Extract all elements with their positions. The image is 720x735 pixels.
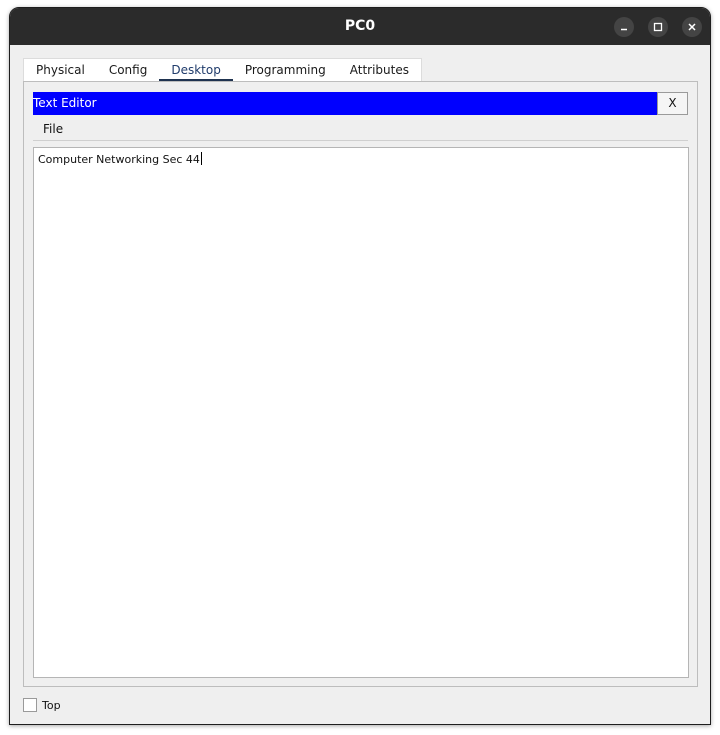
maximize-button[interactable] (648, 17, 668, 37)
maximize-icon (653, 22, 663, 32)
tab-desktop[interactable]: Desktop (159, 59, 233, 83)
top-checkbox[interactable] (23, 698, 37, 712)
desktop-panel: Text Editor X File Computer Networking S… (23, 81, 698, 687)
close-window-button[interactable] (682, 17, 702, 37)
tab-bar: Physical Config Desktop Programming Attr… (23, 58, 422, 83)
close-icon (688, 23, 696, 31)
tab-physical[interactable]: Physical (24, 59, 97, 82)
top-checkbox-label: Top (42, 698, 61, 712)
minimize-button[interactable] (614, 17, 634, 37)
window-title: PC0 (344, 18, 376, 34)
tab-attributes[interactable]: Attributes (338, 59, 421, 82)
text-caret (200, 152, 202, 165)
pc0-window: PC0 Physical Config Desktop Programming … (9, 7, 711, 725)
text-editor-header: Text Editor X (33, 92, 688, 115)
text-editor-close-button[interactable]: X (657, 92, 688, 115)
tab-config[interactable]: Config (97, 59, 160, 82)
menu-bar: File (33, 120, 688, 141)
menu-file[interactable]: File (43, 122, 63, 136)
tab-programming[interactable]: Programming (233, 59, 338, 82)
title-bar[interactable]: PC0 (10, 8, 710, 45)
editor-content: Computer Networking Sec 44 (38, 153, 200, 166)
minimize-icon (621, 28, 627, 31)
text-editor-title: Text Editor (33, 96, 97, 110)
text-editor-area[interactable]: Computer Networking Sec 44 (33, 147, 689, 678)
footer: Top (23, 696, 61, 714)
